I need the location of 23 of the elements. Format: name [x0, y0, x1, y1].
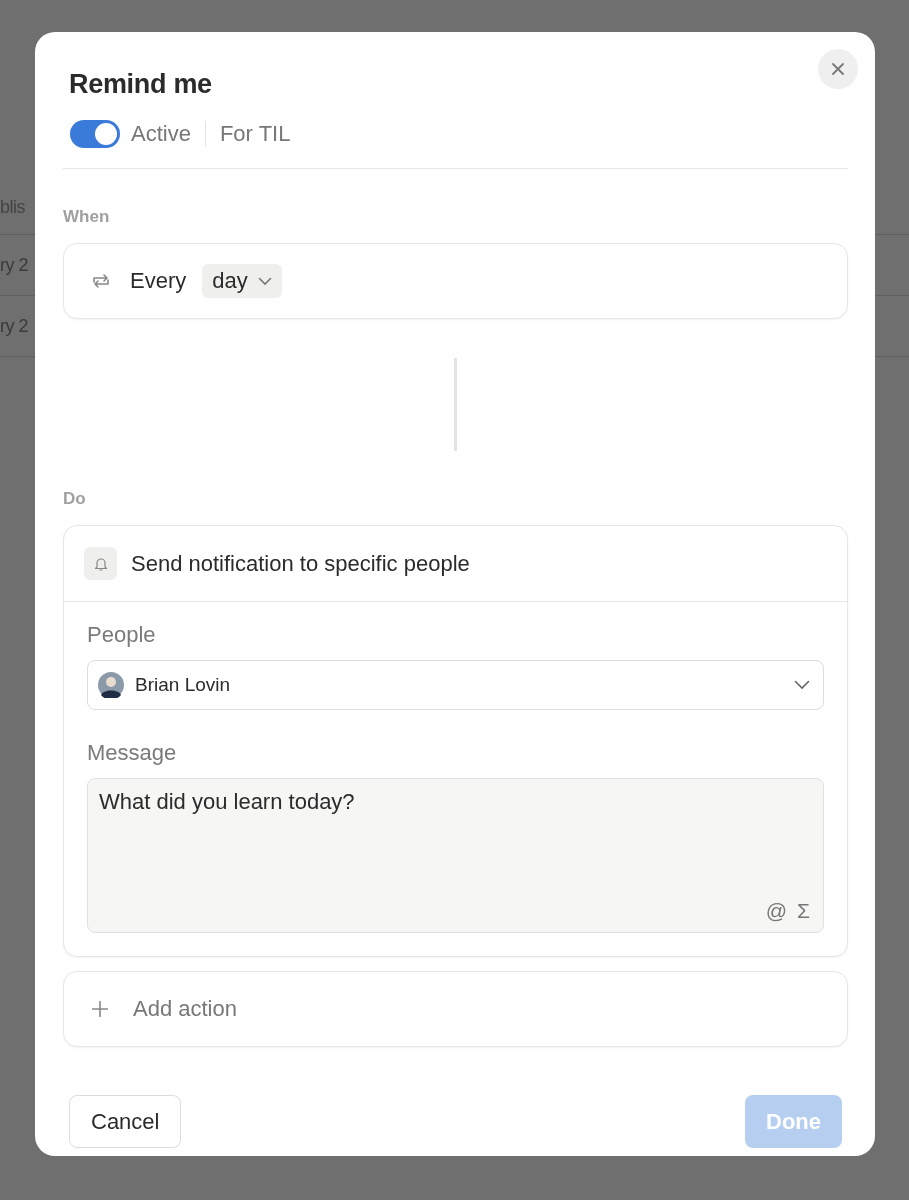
bell-drawing [92, 555, 109, 572]
chevron-down-icon [794, 680, 810, 690]
section-heading: Do [63, 489, 87, 509]
field-label: People [87, 622, 157, 648]
field-label: Message [87, 740, 178, 766]
repeat-label: Every [130, 268, 187, 294]
cancel-button[interactable]: Cancel [69, 1095, 182, 1148]
avatar-icon [98, 672, 124, 698]
plus-icon [91, 1000, 109, 1018]
action-title: Send notification to specific people [131, 550, 470, 577]
add-action-button[interactable]: Add action [63, 971, 848, 1047]
database-label: For TIL [219, 121, 291, 147]
close-button[interactable] [818, 49, 858, 89]
toggle-label: Active [131, 121, 191, 147]
section-heading: When [63, 207, 111, 227]
close-icon [831, 62, 845, 76]
unit-dropdown[interactable]: day [202, 264, 282, 298]
insert-button[interactable]: Σ [797, 899, 810, 923]
dialog-title: Remind me [69, 68, 212, 100]
people-dropdown[interactable]: Brian Lovin [87, 660, 824, 710]
insert-button[interactable]: @ [765, 899, 787, 923]
toggle-switch[interactable] [70, 120, 120, 148]
chevron-down-icon [257, 276, 272, 286]
